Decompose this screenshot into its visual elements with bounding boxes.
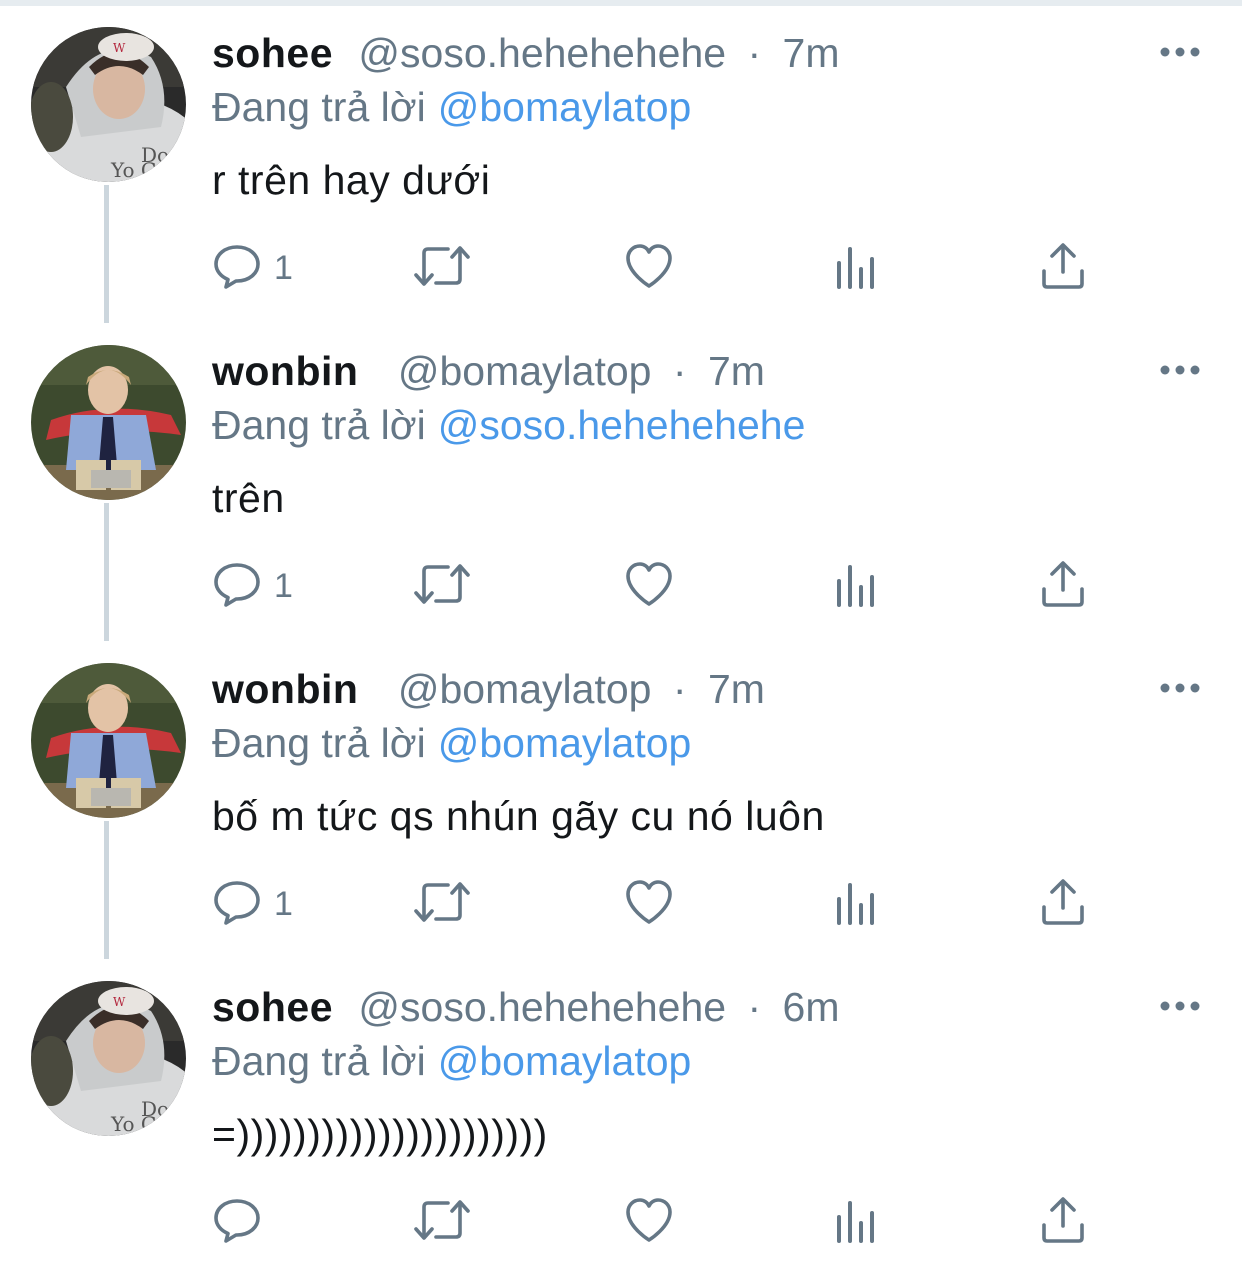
heart-icon bbox=[624, 241, 674, 296]
user-handle[interactable]: @soso.hehehehehe bbox=[358, 30, 726, 76]
retweet-button[interactable] bbox=[412, 556, 472, 616]
share-upload-icon bbox=[1038, 559, 1088, 614]
tweet-header: sohee @soso.hehehehehe · 6m bbox=[212, 980, 839, 1034]
tweet-text: bố m tức qs nhún gãy cu nó luôn bbox=[212, 793, 825, 839]
reply-button[interactable]: 1 bbox=[212, 874, 293, 934]
tweet-actions: 1 bbox=[212, 874, 1112, 934]
svg-text:Yo G: Yo G bbox=[110, 1112, 157, 1136]
tweet-text: =)))))))))))))))))))))) bbox=[212, 1111, 548, 1157]
analytics-button[interactable] bbox=[832, 1192, 882, 1252]
replying-to: Đang trả lời @bomaylatop bbox=[212, 716, 691, 770]
ellipsis-icon[interactable] bbox=[1158, 994, 1202, 1018]
display-name[interactable]: sohee bbox=[212, 30, 333, 76]
reply-button[interactable]: 1 bbox=[212, 238, 293, 298]
bar-chart-icon bbox=[832, 241, 882, 296]
tweet-actions: 1 bbox=[212, 238, 1112, 298]
display-name[interactable]: sohee bbox=[212, 984, 333, 1030]
share-button[interactable] bbox=[1038, 238, 1088, 298]
mention-link[interactable]: @soso.hehehehehe bbox=[438, 402, 806, 448]
analytics-button[interactable] bbox=[832, 556, 882, 616]
tweet[interactable]: W Dor Yo G sohee @soso.hehehehehe · 7m Đ… bbox=[0, 0, 1242, 318]
reply-button[interactable] bbox=[212, 1192, 274, 1252]
reply-count: 1 bbox=[274, 248, 293, 287]
sohee-avatar[interactable]: W Dor Yo G bbox=[31, 27, 186, 182]
speech-bubble-icon bbox=[212, 877, 262, 932]
share-upload-icon bbox=[1038, 877, 1088, 932]
tweet[interactable]: wonbin @bomaylatop · 7m Đang trả lời @bom… bbox=[0, 636, 1242, 954]
timestamp[interactable]: 7m bbox=[708, 666, 765, 712]
heart-icon bbox=[624, 877, 674, 932]
replying-to: Đang trả lời @bomaylatop bbox=[212, 80, 691, 134]
separator-dot: · bbox=[672, 348, 687, 394]
svg-text:Yo G: Yo G bbox=[110, 158, 157, 182]
like-button[interactable] bbox=[624, 556, 674, 616]
share-upload-icon bbox=[1038, 241, 1088, 296]
speech-bubble-icon bbox=[212, 1195, 262, 1250]
replying-to: Đang trả lời @bomaylatop bbox=[212, 1034, 691, 1088]
timestamp[interactable]: 7m bbox=[708, 348, 765, 394]
tweet[interactable]: W Dor Yo G sohee @soso.hehehehehe · 6m Đ… bbox=[0, 954, 1242, 1272]
bar-chart-icon bbox=[832, 877, 882, 932]
retweet-button[interactable] bbox=[412, 874, 472, 934]
reply-count: 1 bbox=[274, 884, 293, 923]
wonbin-avatar[interactable] bbox=[31, 663, 186, 818]
speech-bubble-icon bbox=[212, 559, 262, 614]
reply-prefix: Đang trả lời bbox=[212, 84, 426, 130]
retweet-arrows-icon bbox=[412, 1195, 472, 1250]
reply-prefix: Đang trả lời bbox=[212, 402, 426, 448]
bar-chart-icon bbox=[832, 1195, 882, 1250]
tweet-header: wonbin @bomaylatop · 7m bbox=[212, 662, 765, 716]
reply-prefix: Đang trả lời bbox=[212, 1038, 426, 1084]
user-handle[interactable]: @bomaylatop bbox=[398, 666, 652, 712]
tweet-text: trên bbox=[212, 475, 285, 521]
retweet-button[interactable] bbox=[412, 238, 472, 298]
tweet-header: wonbin @bomaylatop · 7m bbox=[212, 344, 765, 398]
heart-icon bbox=[624, 559, 674, 614]
mention-link[interactable]: @bomaylatop bbox=[438, 1038, 692, 1084]
ellipsis-icon[interactable] bbox=[1158, 676, 1202, 700]
reply-button[interactable]: 1 bbox=[212, 556, 293, 616]
share-button[interactable] bbox=[1038, 556, 1088, 616]
retweet-arrows-icon bbox=[412, 241, 472, 296]
reply-prefix: Đang trả lời bbox=[212, 720, 426, 766]
tweet[interactable]: wonbin @bomaylatop · 7m Đang trả lời @sos… bbox=[0, 318, 1242, 636]
timestamp[interactable]: 6m bbox=[783, 984, 840, 1030]
wonbin-avatar[interactable] bbox=[31, 345, 186, 500]
svg-text:W: W bbox=[113, 41, 126, 55]
like-button[interactable] bbox=[624, 1192, 674, 1252]
tweet-text: r trên hay dưới bbox=[212, 157, 491, 203]
analytics-button[interactable] bbox=[832, 874, 882, 934]
separator-dot: · bbox=[672, 666, 687, 712]
sohee-avatar[interactable]: W Dor Yo G bbox=[31, 981, 186, 1136]
analytics-button[interactable] bbox=[832, 238, 882, 298]
mention-link[interactable]: @bomaylatop bbox=[438, 84, 692, 130]
share-button[interactable] bbox=[1038, 1192, 1088, 1252]
timestamp[interactable]: 7m bbox=[783, 30, 840, 76]
tweet-header: sohee @soso.hehehehehe · 7m bbox=[212, 26, 839, 80]
tweet-actions bbox=[212, 1192, 1112, 1252]
display-name[interactable]: wonbin bbox=[212, 348, 358, 394]
display-name[interactable]: wonbin bbox=[212, 666, 358, 712]
replying-to: Đang trả lời @soso.hehehehehe bbox=[212, 398, 805, 452]
reply-count: 1 bbox=[274, 566, 293, 605]
user-handle[interactable]: @soso.hehehehehe bbox=[358, 984, 726, 1030]
heart-icon bbox=[624, 1195, 674, 1250]
bar-chart-icon bbox=[832, 559, 882, 614]
tweet-actions: 1 bbox=[212, 556, 1112, 616]
retweet-button[interactable] bbox=[412, 1192, 472, 1252]
mention-link[interactable]: @bomaylatop bbox=[438, 720, 692, 766]
share-button[interactable] bbox=[1038, 874, 1088, 934]
like-button[interactable] bbox=[624, 238, 674, 298]
like-button[interactable] bbox=[624, 874, 674, 934]
user-handle[interactable]: @bomaylatop bbox=[398, 348, 652, 394]
retweet-arrows-icon bbox=[412, 877, 472, 932]
separator-dot: · bbox=[747, 30, 762, 76]
speech-bubble-icon bbox=[212, 241, 262, 296]
separator-dot: · bbox=[747, 984, 762, 1030]
share-upload-icon bbox=[1038, 1195, 1088, 1250]
retweet-arrows-icon bbox=[412, 559, 472, 614]
svg-text:W: W bbox=[113, 995, 126, 1009]
ellipsis-icon[interactable] bbox=[1158, 40, 1202, 64]
ellipsis-icon[interactable] bbox=[1158, 358, 1202, 382]
